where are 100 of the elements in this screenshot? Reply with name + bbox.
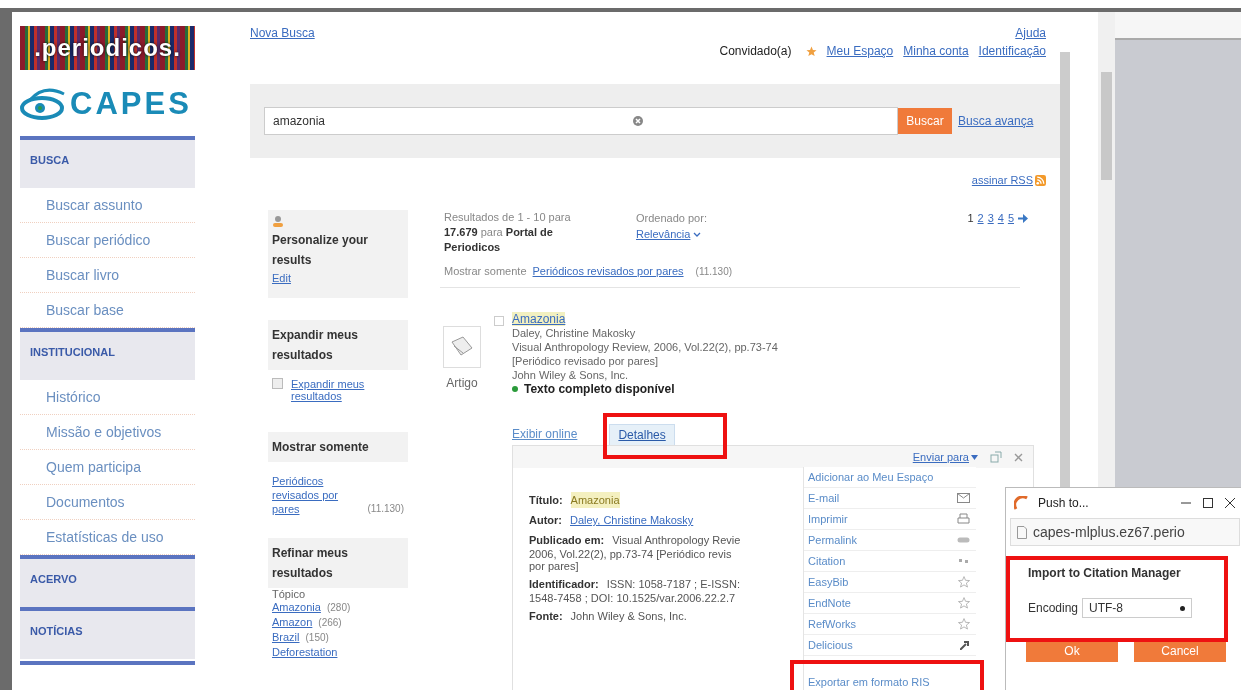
field-value: 1548-7458 ; DOI: 10.1525/var.2006.22.2.7: [529, 592, 736, 604]
account-link[interactable]: Identificação: [978, 44, 1046, 58]
edit-link[interactable]: Edit: [268, 270, 408, 298]
account-link[interactable]: Meu Espaço: [826, 44, 894, 58]
menu-item[interactable]: EndNote: [804, 593, 976, 614]
browser-logo-icon: [1014, 496, 1028, 510]
next-arrow-icon[interactable]: [1018, 213, 1028, 223]
encoding-label: Encoding: [1028, 601, 1079, 615]
page-link[interactable]: 3: [987, 212, 994, 224]
search-button[interactable]: Buscar: [898, 108, 952, 134]
menu-item[interactable]: Exportar em formato RIS: [804, 672, 976, 690]
topic-link[interactable]: Amazonia: [272, 601, 321, 613]
field-label: Publicado em:: [529, 533, 605, 548]
record-tab[interactable]: Detalhes: [609, 424, 675, 445]
sidebar-section-header[interactable]: NOTÍCIAS: [20, 607, 195, 659]
page-link[interactable]: 4: [997, 212, 1004, 224]
menu-item[interactable]: Imprimir: [804, 509, 976, 530]
sidebar-link[interactable]: Buscar assunto: [20, 188, 195, 223]
address-text: capes-mlplus.ez67.perio: [1033, 524, 1185, 540]
new-search-link[interactable]: Nova Busca: [250, 26, 315, 84]
expand-results-link[interactable]: Expandir meus resultados: [291, 378, 391, 402]
menu-item[interactable]: Citation: [804, 551, 976, 572]
dialog-button[interactable]: Cancel: [1134, 640, 1226, 662]
record-title-link[interactable]: Amazonia: [512, 312, 566, 326]
star-icon: [805, 45, 817, 57]
menu-item[interactable]: EasyBib: [804, 572, 976, 593]
dropdown-dot-icon: [1180, 605, 1186, 611]
sidebar-link[interactable]: Documentos: [20, 485, 195, 520]
sidebar-link[interactable]: Histórico: [20, 380, 195, 415]
record-tab[interactable]: Exibir online: [512, 424, 586, 445]
facet-heading: Refinar meus resultados: [268, 538, 408, 588]
record-type-label: Artigo: [446, 376, 478, 390]
facet-heading: Mostrar somente: [268, 432, 408, 462]
sidebar-section-header[interactable]: INSTITUCIONAL: [20, 328, 195, 380]
peer-reviewed-link[interactable]: Periódicos revisados por pares: [532, 265, 684, 277]
sidebar-link[interactable]: Buscar livro: [20, 258, 195, 293]
page-link[interactable]: 2: [977, 212, 984, 224]
topic-link[interactable]: Deforestation: [272, 646, 338, 658]
field-label: Fonte:: [529, 609, 563, 624]
facet-heading: Expandir meus resultados: [268, 320, 408, 370]
field-value: ISSN: 1058-7187 ; E-ISSN:: [606, 577, 740, 592]
capes-logo-text: CAPES: [70, 86, 192, 122]
popout-icon[interactable]: [990, 451, 1002, 463]
star-outline-icon: [958, 576, 970, 588]
rss-icon[interactable]: [1035, 174, 1046, 186]
guest-label: Convidado(a): [719, 44, 792, 58]
menu-item[interactable]: Delicious: [804, 635, 976, 656]
clear-icon[interactable]: [633, 116, 643, 126]
sidebar-link[interactable]: Quem participa: [20, 450, 195, 485]
document-thumbnail-icon: [443, 326, 481, 368]
menu-item[interactable]: RefWorks: [804, 614, 976, 635]
page-link[interactable]: 5: [1007, 212, 1014, 224]
sort-label: Ordenado por:: [636, 211, 708, 226]
menu-item[interactable]: Adicionar ao Meu Espaço: [804, 467, 976, 488]
sidebar-section-header[interactable]: BUSCA: [20, 136, 195, 188]
page-link[interactable]: 1: [967, 212, 974, 224]
facet-count: (11.130): [367, 502, 404, 516]
close-icon[interactable]: [1224, 497, 1236, 509]
sidebar-link[interactable]: Missão e objetivos: [20, 415, 195, 450]
page-icon: [1017, 525, 1027, 539]
account-link[interactable]: Minha conta: [903, 44, 969, 58]
facet-count: (150): [305, 632, 329, 643]
author-link[interactable]: Daley, Christine Makosky: [570, 512, 694, 528]
link-icon: [957, 537, 970, 543]
sidebar-section-header[interactable]: ACERVO: [20, 555, 195, 607]
send-to-dropdown[interactable]: Enviar para: [912, 451, 969, 463]
field-value: por pares]: [529, 560, 579, 572]
checkbox[interactable]: [272, 378, 283, 389]
dialog-button[interactable]: Ok: [1026, 640, 1118, 662]
advanced-search-link[interactable]: Busca avança: [958, 114, 1034, 128]
filter-label: Mostrar somente: [444, 265, 527, 277]
facet-heading: Personalize your results: [272, 232, 370, 269]
peer-reviewed-link[interactable]: Periódicos revisados por pares: [272, 474, 362, 516]
person-icon: [272, 215, 284, 227]
field-label: Título:: [529, 493, 563, 508]
record-checkbox[interactable]: [494, 316, 504, 326]
facet-count: (280): [326, 602, 351, 613]
field-value: 2006, Vol.22(2), pp.73-74 [Periódico revis: [529, 548, 732, 560]
rss-link[interactable]: assinar RSS: [971, 174, 1033, 186]
facet-count: (266): [318, 617, 342, 628]
maximize-icon[interactable]: [1202, 497, 1214, 509]
field-value: Visual Anthropology Revie: [612, 533, 741, 548]
help-link[interactable]: Ajuda: [1015, 26, 1046, 40]
field-value: Amazonia: [570, 492, 620, 508]
star-outline-icon: [958, 597, 970, 609]
record-info-line: [Periódico revisado por pares]: [512, 354, 659, 368]
topic-link[interactable]: Brazil: [272, 631, 300, 643]
field-label: Identificador:: [529, 577, 599, 592]
sort-dropdown[interactable]: Relevância: [636, 226, 691, 242]
star-outline-icon: [958, 618, 970, 630]
record-info-line: John Wiley & Sons, Inc.: [512, 368, 629, 382]
caret-icon: [971, 454, 978, 460]
menu-item[interactable]: Permalink: [804, 530, 976, 551]
facet-group-label: Tópico: [271, 588, 307, 600]
encoding-select[interactable]: UTF-8: [1082, 598, 1193, 618]
envelope-icon: [957, 493, 970, 503]
sidebar-link[interactable]: Buscar periódico: [20, 223, 195, 258]
topic-link[interactable]: Amazon: [272, 616, 313, 628]
search-field[interactable]: amazonia: [264, 107, 898, 135]
menu-item[interactable]: E-mail: [804, 488, 976, 509]
